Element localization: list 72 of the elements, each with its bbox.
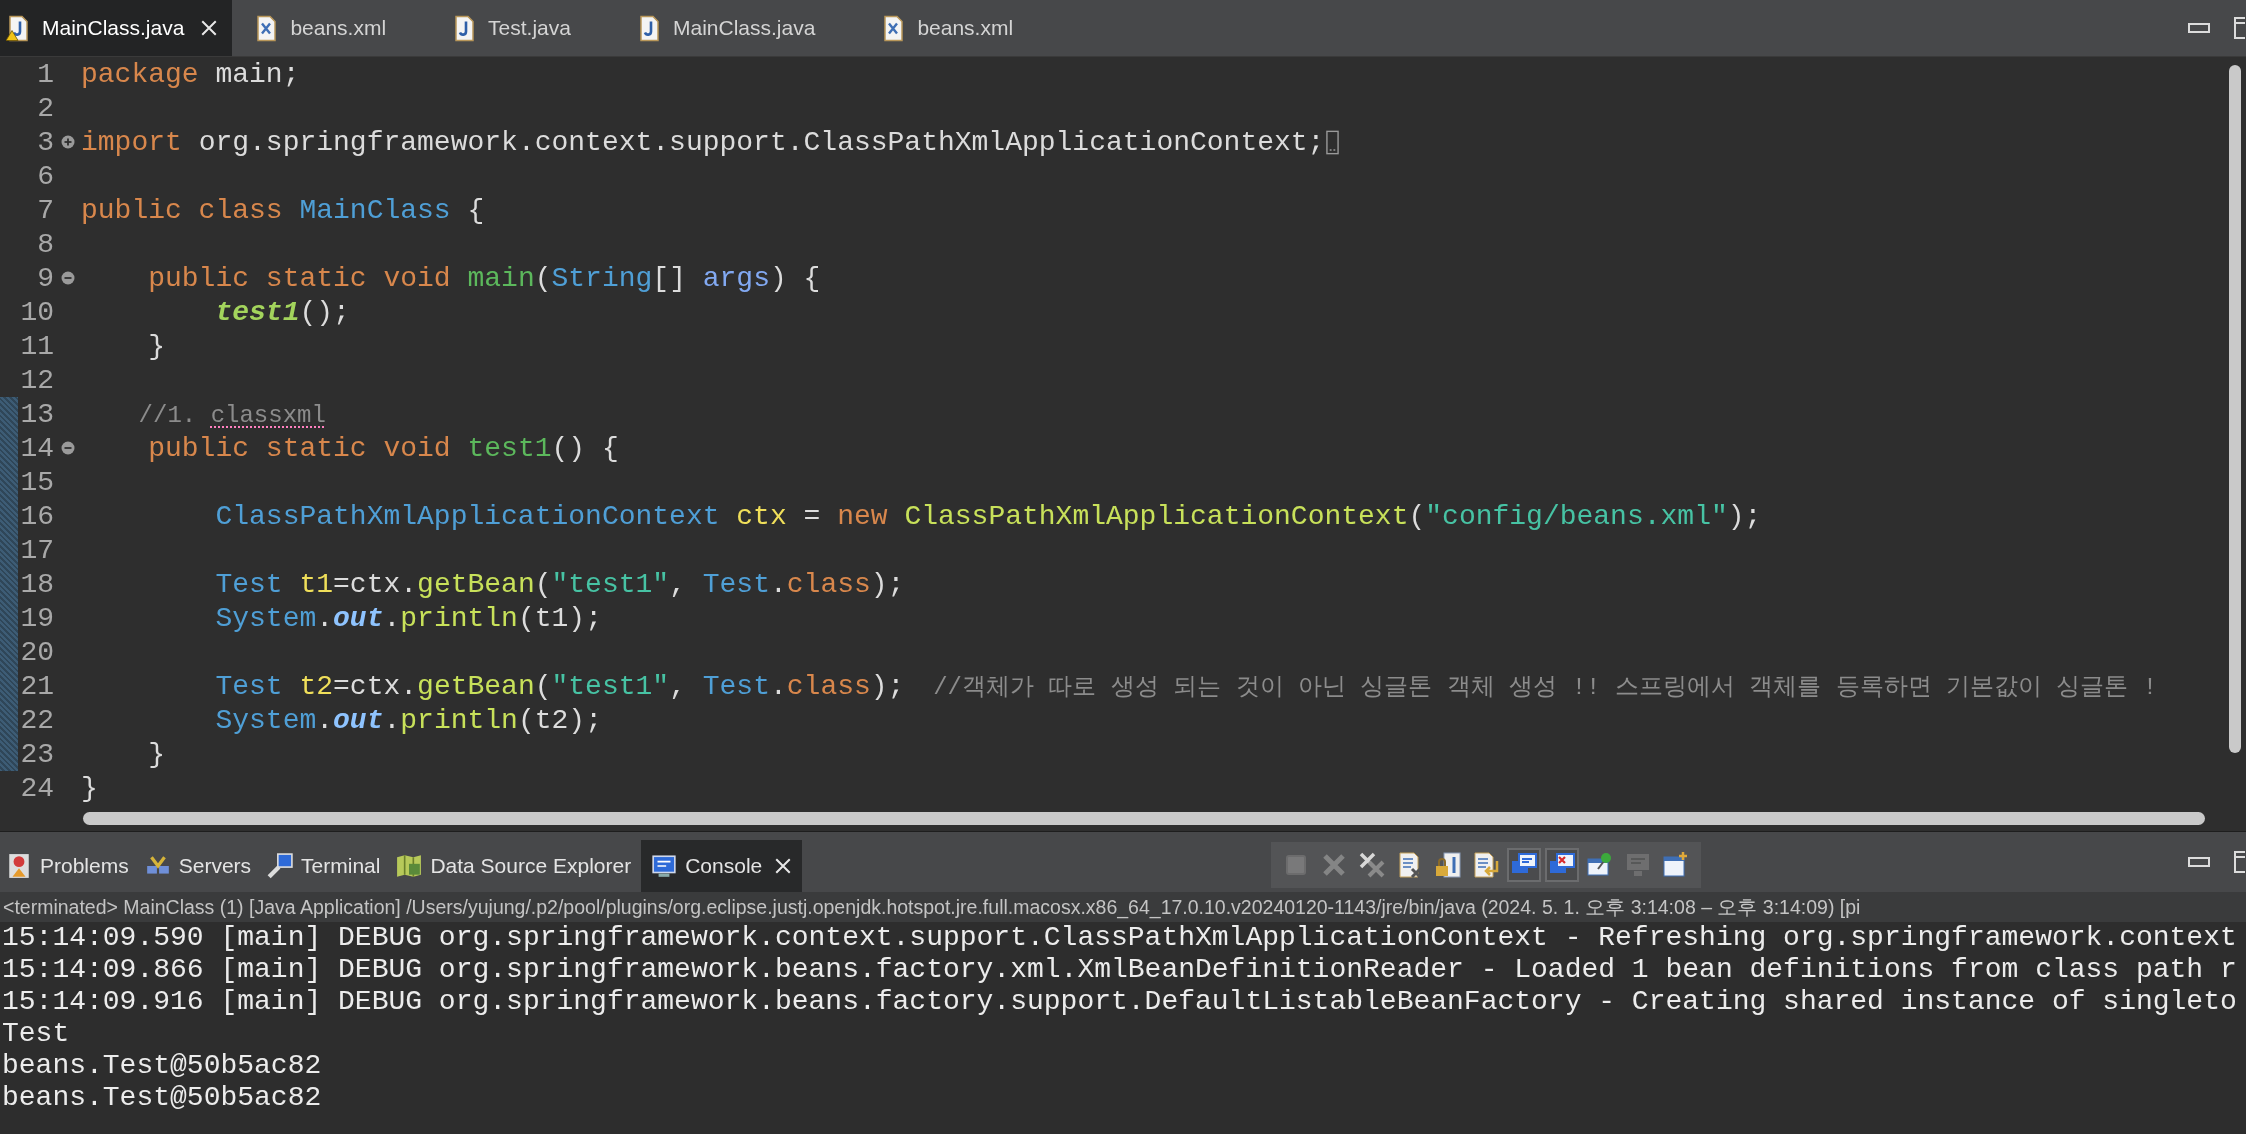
- code-line: ClassPathXmlApplicationContext ctx = new ClassPathXmlApplicationContext("config/beans.xml");: [214, 500, 1762, 532]
- editor-tab[interactable]: beans.xml: [232, 0, 431, 56]
- line-number: 14: [19, 432, 54, 464]
- problems-icon: [6, 853, 32, 879]
- plus-icon[interactable]: [60, 135, 75, 149]
- console-line: 15:14:09.916 [main] DEBUG org.springframework.beans.factory.support.DefaultListableBeanFactory - Creating shared instance of singleto: [2, 986, 2238, 1018]
- minimize-icon[interactable]: [2188, 22, 2210, 34]
- close-icon[interactable]: [774, 857, 793, 875]
- line-number: 1: [36, 58, 54, 90]
- code-line: Test t1=ctx.getBean("test1", Test.class);: [214, 568, 905, 600]
- code-line: }: [147, 330, 165, 362]
- code-line: test1();: [214, 296, 350, 328]
- monitor-x-icon[interactable]: [1545, 848, 1580, 882]
- map-icon: [396, 853, 423, 879]
- scrollbar-thumb[interactable]: [83, 811, 2205, 825]
- maximize-icon[interactable]: [2234, 851, 2246, 873]
- folded-code-marker[interactable]: [1326, 129, 1340, 155]
- minus-icon[interactable]: [60, 441, 75, 455]
- close-icon[interactable]: [200, 19, 219, 37]
- console-line: Test: [2, 1018, 71, 1050]
- console-line: beans.Test@50b5ac82: [2, 1050, 323, 1082]
- minus-icon[interactable]: [60, 271, 75, 285]
- panel-tab[interactable]: Problems: [0, 840, 139, 892]
- line-number: 8: [36, 228, 54, 260]
- line-number: 15: [19, 466, 54, 498]
- code-line: //1. classxml: [137, 400, 326, 430]
- line-number: 3: [36, 126, 54, 158]
- monitor-icon[interactable]: [1507, 848, 1542, 882]
- line-number: 10: [19, 296, 54, 328]
- line-number: 7: [36, 194, 54, 226]
- line-number: 22: [19, 704, 54, 736]
- maximize-icon[interactable]: [2234, 17, 2246, 39]
- editor-tab[interactable]: Test.java: [430, 0, 615, 56]
- code-line: public static void test1() {: [147, 432, 619, 464]
- console-line: 15:14:09.590 [main] DEBUG org.springframework.context.support.ClassPathXmlApplicationContext - Refreshing org.springframework.context: [2, 922, 2238, 954]
- line-number: 19: [19, 602, 54, 634]
- code-line: Test t2=ctx.getBean("test1", Test.class); //객체가 따로 생성 되는 것이 아닌 싱글톤 객체 생성 !! 스프링에서 객체를 등록하면 기본값이 싱글톤 !: [214, 670, 2158, 702]
- editor-tab[interactable]: MainClass.java: [0, 0, 233, 56]
- line-number: 17: [19, 534, 54, 566]
- console-line: beans.Test@50b5ac82: [2, 1082, 323, 1114]
- code-line: }: [147, 738, 165, 770]
- line-number: 18: [19, 568, 54, 600]
- line-number: 9: [36, 262, 54, 294]
- code-line: System.out.println(t2);: [214, 704, 602, 736]
- code-line: package main;: [81, 58, 300, 90]
- panel-tab[interactable]: Data Source Explorer: [390, 840, 642, 892]
- line-number: 2: [36, 92, 54, 124]
- line-number: 16: [19, 500, 54, 532]
- line-number: 6: [36, 160, 54, 192]
- console-icon: [651, 853, 678, 879]
- console-line: 15:14:09.866 [main] DEBUG org.springframework.beans.factory.xml.XmlBeanDefinitionReader - Loaded 1 bean definitions from class path r: [2, 954, 2238, 986]
- editor-tab[interactable]: MainClass.java: [615, 0, 860, 56]
- line-number: 11: [19, 330, 54, 362]
- scrollbar-thumb[interactable]: [2229, 65, 2241, 753]
- panel-tab[interactable]: Servers: [138, 840, 262, 892]
- editor-tab[interactable]: beans.xml: [859, 0, 1058, 56]
- panel-tab[interactable]: Console: [641, 840, 803, 892]
- code-line: }: [81, 772, 98, 804]
- line-number: 23: [19, 738, 54, 770]
- code-line: System.out.println(t1);: [214, 602, 602, 634]
- code-line: public class MainClass {: [81, 194, 485, 226]
- line-number: 13: [19, 398, 54, 430]
- code-line: public static void main(String[] args) {: [147, 262, 821, 294]
- line-number: 20: [19, 636, 54, 668]
- terminal-icon: [267, 853, 294, 879]
- line-number: 21: [19, 670, 54, 702]
- line-number: 12: [19, 364, 54, 396]
- panel-tab[interactable]: Terminal: [261, 840, 391, 892]
- line-number: 24: [19, 772, 54, 804]
- code-line: import org.springframework.context.support.ClassPathXmlApplicationContext;: [81, 126, 1325, 158]
- minimize-icon[interactable]: [2188, 856, 2210, 868]
- console-process-label: <terminated> MainClass (1) [Java Application] /Users/yujung/.p2/pool/plugins/org.eclipse.justj.openjdk.hotspot.jre.full.macosx.x86_64_17.0.10.v20240120-1143/jre/bin/java (2024. 5. 1. 오후 3:14:08 – 오후 3:14:09) [pi: [0, 892, 2246, 922]
